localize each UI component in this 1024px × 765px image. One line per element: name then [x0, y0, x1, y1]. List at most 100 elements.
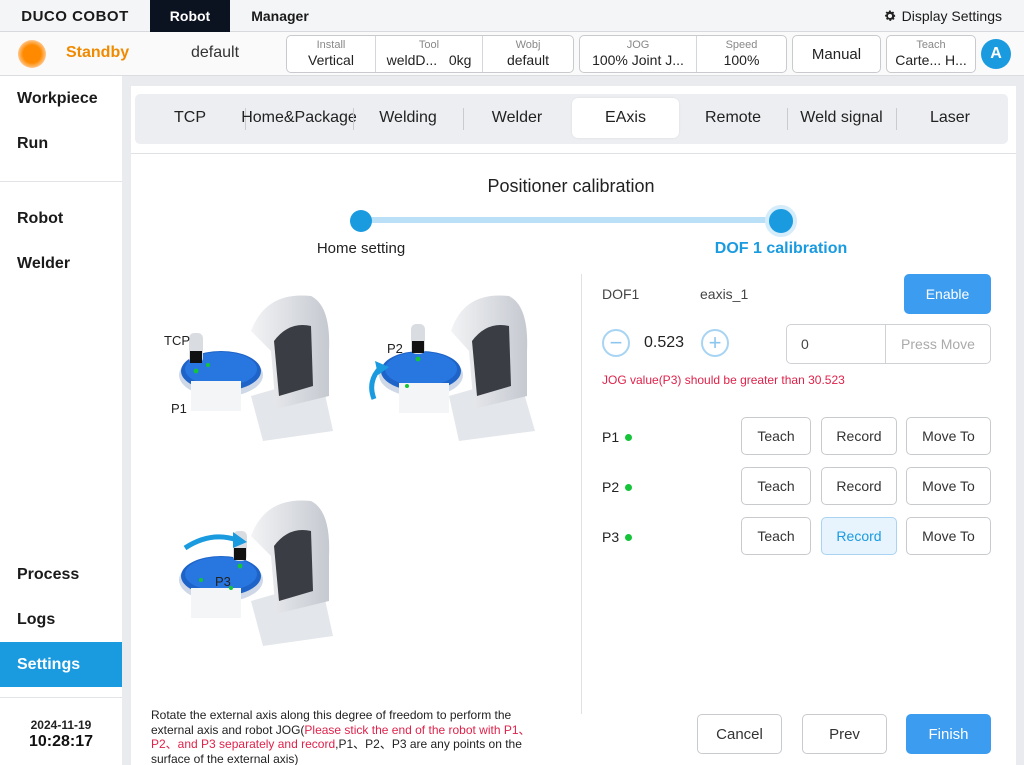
- p1-record-button[interactable]: Record: [821, 417, 897, 455]
- install-label: Install: [316, 39, 346, 51]
- minus-icon: −: [609, 330, 623, 355]
- press-move-button[interactable]: Press Move: [886, 325, 990, 363]
- cancel-button[interactable]: Cancel: [697, 714, 782, 754]
- display-settings-button[interactable]: Display Settings: [883, 0, 1002, 32]
- increment-button[interactable]: +: [701, 329, 729, 357]
- install-cell[interactable]: Install Vertical: [287, 36, 376, 72]
- p1-move-to-button[interactable]: Move To: [906, 417, 991, 455]
- tab-manager[interactable]: Manager: [230, 0, 330, 32]
- user-avatar[interactable]: A: [981, 39, 1011, 69]
- p1-teach-button[interactable]: Teach: [741, 417, 811, 455]
- p2-teach-button[interactable]: Teach: [741, 467, 811, 505]
- p2-label: P2: [387, 341, 403, 356]
- header-divider: [131, 153, 1016, 154]
- point-p2-label: P2: [602, 479, 633, 495]
- positioner-illustration-p1: [179, 295, 333, 441]
- decrement-button[interactable]: −: [602, 329, 630, 357]
- top-bar: DUCO COBOT Robot Manager Display Setting…: [0, 0, 1024, 32]
- instruction-text: Rotate the external axis along this degr…: [151, 708, 531, 765]
- press-move-input[interactable]: 0: [787, 325, 886, 363]
- wobj-value: default: [506, 52, 550, 68]
- display-settings-label: Display Settings: [901, 8, 1002, 24]
- sidebar-item-process[interactable]: Process: [0, 552, 122, 597]
- finish-button[interactable]: Finish: [906, 714, 991, 754]
- p2-record-button[interactable]: Record: [821, 467, 897, 505]
- step-home-setting-label: Home setting: [316, 240, 406, 257]
- teach-box[interactable]: Teach Carte... H...: [886, 35, 976, 73]
- settings-tabs: TCP Home&Package Welding Welder EAxis Re…: [135, 94, 1008, 144]
- p2-move-to-button[interactable]: Move To: [906, 467, 991, 505]
- tab-remote[interactable]: Remote: [679, 98, 787, 138]
- current-date: 2024-11-19: [30, 718, 92, 732]
- sidebar-divider: [0, 697, 122, 698]
- p3-move-to-button[interactable]: Move To: [906, 517, 991, 555]
- tab-welding[interactable]: Welding: [353, 98, 463, 138]
- sidebar-item-logs[interactable]: Logs: [0, 597, 122, 642]
- press-move-group: 0 Press Move: [786, 324, 991, 364]
- jog-value: 100% Joint J...: [592, 52, 684, 68]
- jog-speed-box[interactable]: JOG 100% Joint J... Speed 100%: [579, 35, 787, 73]
- sidebar-item-run[interactable]: Run: [0, 121, 122, 166]
- speed-value: 100%: [723, 52, 760, 68]
- status-indicator-icon: [18, 40, 46, 68]
- mode-button[interactable]: Manual: [792, 35, 881, 73]
- vertical-divider: [581, 274, 582, 714]
- status-bar: Standby default Install Vertical Tool we…: [0, 32, 1024, 76]
- gear-icon: [884, 10, 896, 21]
- duco-logo: DUCO COBOT: [21, 7, 129, 25]
- wobj-label: Wobj: [515, 39, 541, 51]
- status-dot-icon: [625, 433, 633, 441]
- jog-cell[interactable]: JOG 100% Joint J...: [580, 36, 697, 72]
- prev-button[interactable]: Prev: [802, 714, 887, 754]
- wobj-cell[interactable]: Wobj default: [483, 36, 573, 72]
- install-tool-wobj-box[interactable]: Install Vertical Tool weldD... 0kg Wobj …: [286, 35, 574, 73]
- speed-label: Speed: [725, 39, 758, 51]
- dof-label: DOF1: [602, 286, 640, 302]
- tool-cell[interactable]: Tool weldD... 0kg: [376, 36, 483, 72]
- step-home-setting-dot[interactable]: [350, 210, 372, 232]
- jog-warning-text: JOG value(P3) should be greater than 30.…: [602, 373, 845, 387]
- page-title: Positioner calibration: [487, 176, 655, 196]
- sidebar-item-settings[interactable]: Settings: [0, 642, 122, 687]
- tab-weld-signal[interactable]: Weld signal: [787, 98, 896, 138]
- tool-value: weldD... 0kg: [386, 52, 472, 68]
- point-p3-label: P3: [602, 529, 633, 545]
- settings-panel: TCP Home&Package Welding Welder EAxis Re…: [131, 86, 1016, 765]
- profile-name: default: [191, 44, 240, 61]
- positioner-illustration-p3: [179, 500, 333, 646]
- tcp-label: TCP: [164, 333, 190, 348]
- tab-eaxis[interactable]: EAxis: [572, 98, 679, 138]
- tab-laser[interactable]: Laser: [896, 98, 1004, 138]
- jog-label: JOG: [626, 39, 650, 51]
- sidebar-item-workpiece[interactable]: Workpiece: [0, 76, 122, 121]
- sidebar-divider: [0, 181, 122, 182]
- speed-cell[interactable]: Speed 100%: [697, 36, 786, 72]
- teach-cell[interactable]: Teach Carte... H...: [887, 36, 975, 72]
- eaxis-name: eaxis_1: [700, 286, 749, 302]
- robot-state: Standby: [66, 44, 130, 61]
- tab-home-package[interactable]: Home&Package: [241, 98, 357, 138]
- sidebar-item-welder[interactable]: Welder: [0, 241, 122, 286]
- positioner-illustration-p2: [369, 295, 535, 441]
- teach-label: Teach: [916, 39, 946, 51]
- status-dot-icon: [625, 483, 633, 491]
- p3-record-button[interactable]: Record: [821, 517, 897, 555]
- p1-label: P1: [171, 401, 187, 416]
- step-dof1-dot[interactable]: [765, 205, 797, 237]
- tool-label: Tool: [418, 39, 440, 51]
- enable-button[interactable]: Enable: [904, 274, 991, 314]
- tab-robot[interactable]: Robot: [150, 0, 230, 32]
- step-dof1-label: DOF 1 calibration: [714, 240, 848, 257]
- p3-teach-button[interactable]: Teach: [741, 517, 811, 555]
- install-value: Vertical: [308, 52, 354, 68]
- plus-icon: +: [708, 330, 722, 355]
- tab-tcp[interactable]: TCP: [135, 98, 245, 138]
- dof-value: 0.523: [644, 334, 685, 351]
- sidebar-item-robot[interactable]: Robot: [0, 196, 122, 241]
- status-dot-icon: [625, 533, 633, 541]
- current-time: 10:28:17: [28, 733, 94, 750]
- tab-welder[interactable]: Welder: [463, 98, 571, 138]
- teach-value: Carte... H...: [895, 52, 967, 68]
- p3-label: P3: [215, 574, 231, 589]
- stepper-track: [361, 217, 781, 223]
